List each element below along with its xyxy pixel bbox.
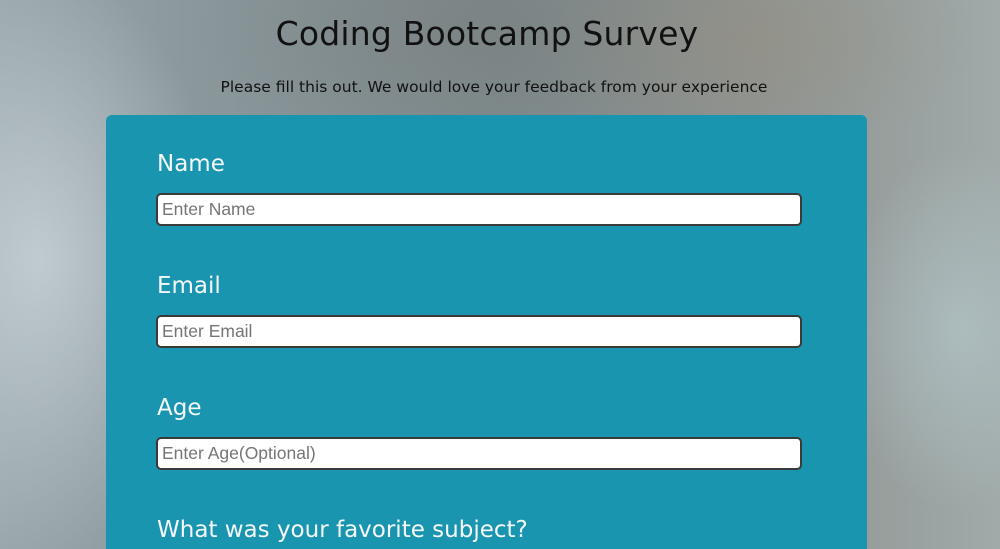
page-title: Coding Bootcamp Survey: [275, 14, 699, 53]
email-label: Email: [157, 273, 221, 299]
age-label: Age: [157, 395, 202, 421]
favorite-subject-label: What was your favorite subject?: [157, 517, 528, 543]
name-label: Name: [157, 151, 225, 177]
survey-page: Coding Bootcamp Survey Please fill this …: [0, 0, 1000, 549]
email-input[interactable]: [156, 315, 802, 348]
age-input[interactable]: [156, 437, 802, 470]
name-input[interactable]: [156, 193, 802, 226]
page-description: Please fill this out. We would love your…: [220, 78, 768, 96]
survey-form: Name Email Age What was your favorite su…: [106, 115, 867, 549]
